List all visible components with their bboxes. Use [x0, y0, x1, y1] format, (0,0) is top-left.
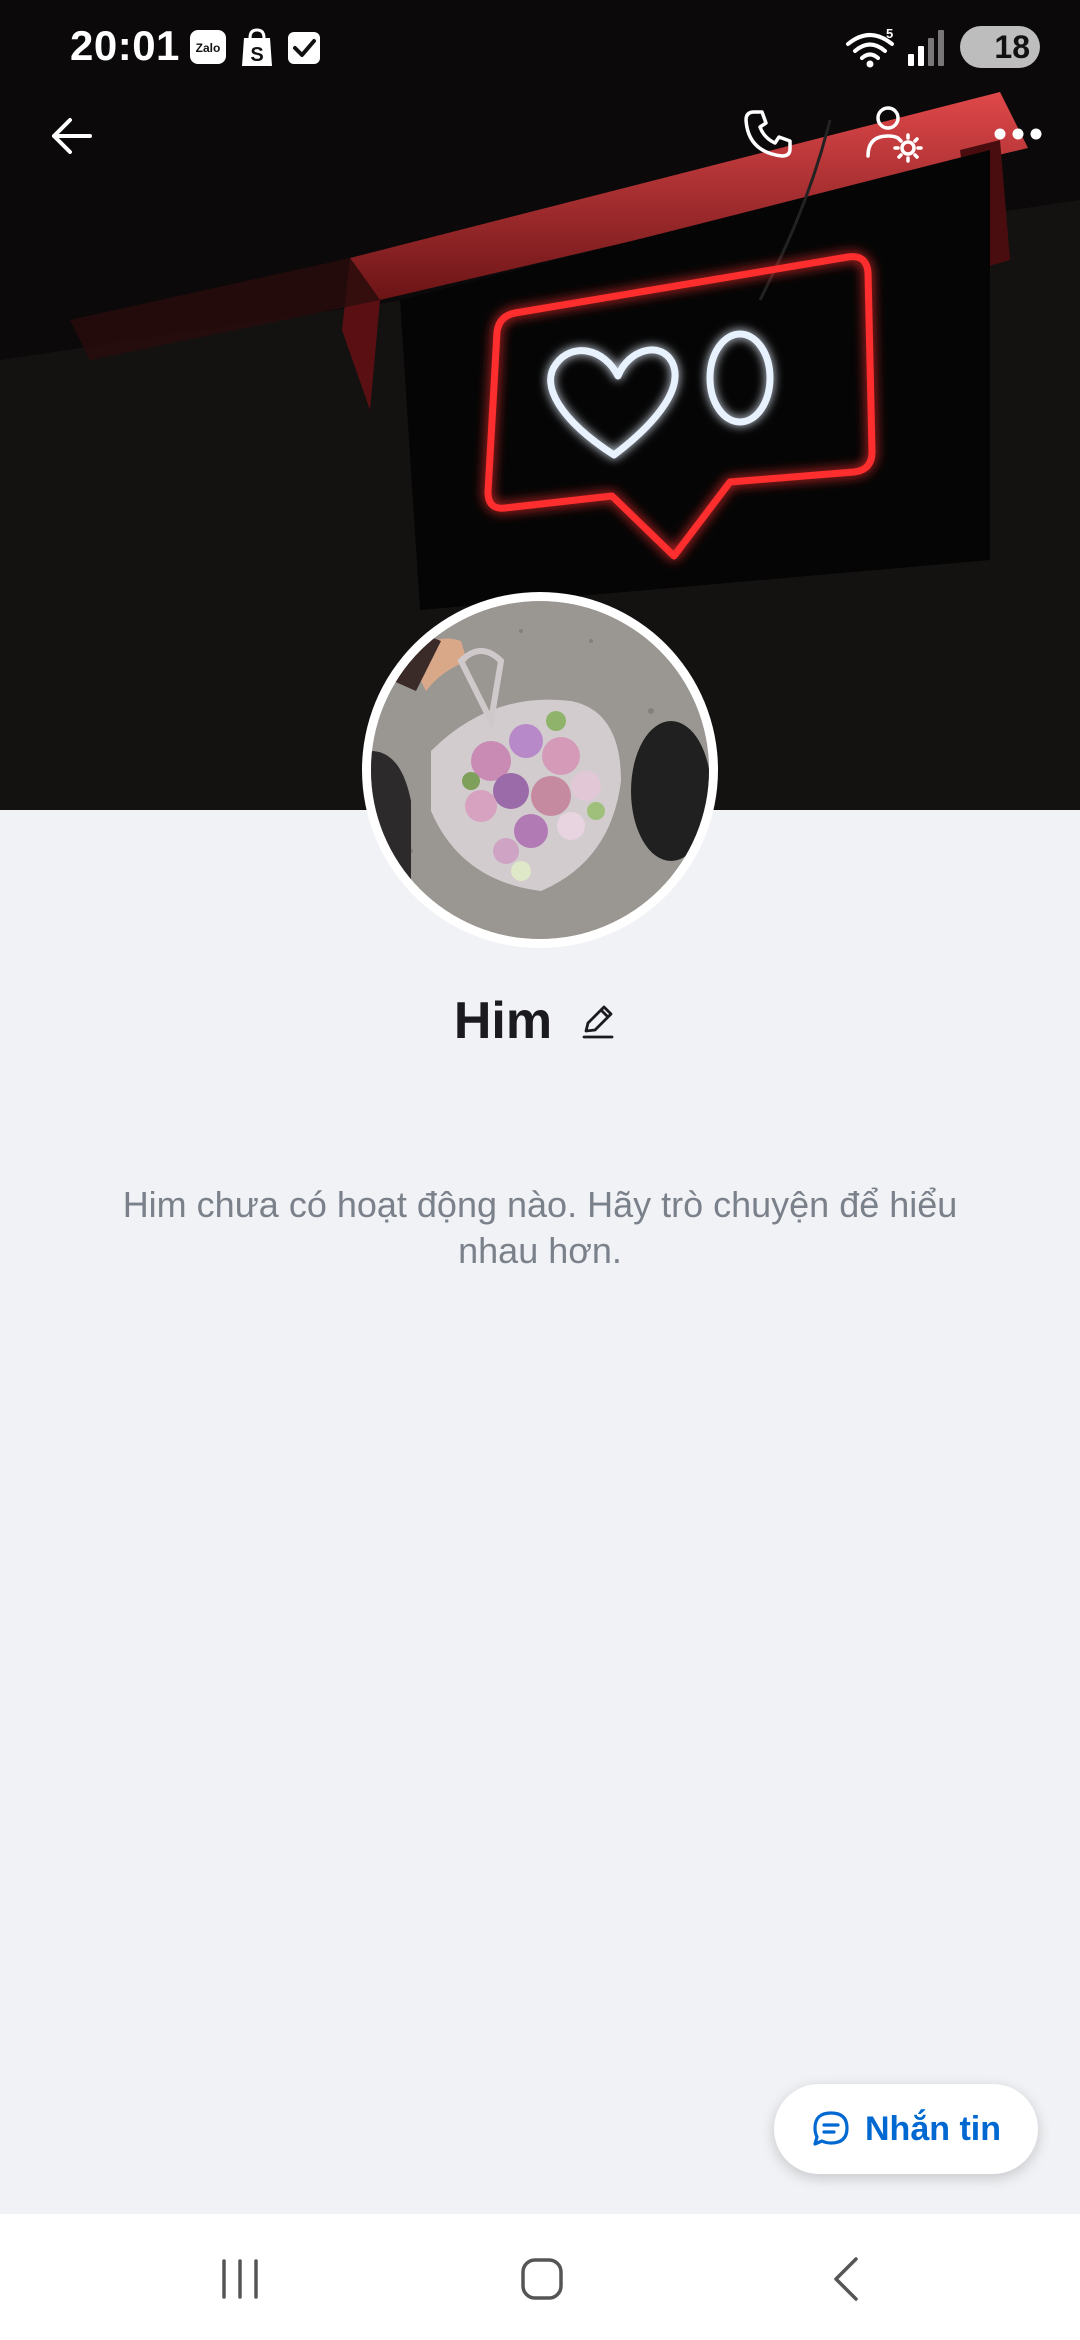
edit-name-button[interactable] — [570, 993, 626, 1049]
recent-apps-button[interactable] — [180, 2234, 300, 2324]
wifi-badge: 5 — [886, 26, 893, 41]
profile-name-row: Him — [0, 986, 1080, 1056]
send-message-button[interactable]: Nhắn tin — [774, 2084, 1038, 2174]
profile-avatar[interactable] — [362, 592, 718, 948]
send-message-label: Nhắn tin — [865, 2109, 1001, 2148]
battery-level: 18 — [994, 29, 1030, 65]
zalo-icon-label: Zalo — [196, 41, 221, 55]
system-nav-bar — [0, 2214, 1080, 2340]
more-button[interactable] — [980, 96, 1056, 172]
empty-activity-message: Him chưa có hoạt động nào. Hãy trò chuyệ… — [122, 1184, 958, 1271]
arrow-left-icon — [52, 118, 92, 154]
status-right-cluster: 5 18 — [842, 24, 1042, 72]
cell-signal-icon — [908, 30, 944, 66]
more-horizontal-icon — [994, 128, 1042, 140]
profile-name: Him — [453, 992, 553, 1050]
chat-bubble-icon — [813, 2111, 849, 2146]
profile-settings-button[interactable] — [856, 96, 932, 172]
call-button[interactable] — [730, 96, 806, 172]
pencil-icon — [582, 1005, 614, 1039]
status-app-icons: Zalo S — [190, 28, 320, 66]
phone-icon — [744, 110, 792, 158]
home-icon — [521, 2258, 563, 2300]
battery-indicator: 18 — [960, 26, 1040, 68]
status-time: 20:01 — [70, 22, 180, 69]
user-settings-icon — [866, 106, 923, 163]
signal-icons: 5 — [846, 26, 944, 68]
zalo-icon: Zalo — [190, 30, 226, 64]
back-button[interactable] — [34, 98, 110, 174]
checkbox-icon — [288, 32, 320, 64]
avatar-photo — [371, 601, 709, 939]
home-button[interactable] — [482, 2234, 602, 2324]
svg-text:S: S — [250, 44, 263, 66]
recent-apps-icon — [222, 2259, 258, 2299]
profile-screen: 20:01 Zalo S 5 18 Him Him chưa có hoạt đ… — [0, 0, 1080, 2340]
status-bar: 20:01 Zalo S 5 18 — [0, 0, 1080, 96]
top-action-bar — [0, 96, 1080, 180]
system-back-button[interactable] — [788, 2234, 908, 2324]
shopee-icon: S — [242, 28, 272, 66]
back-chevron-icon — [834, 2257, 858, 2301]
flower-bouquet-image — [371, 601, 709, 939]
